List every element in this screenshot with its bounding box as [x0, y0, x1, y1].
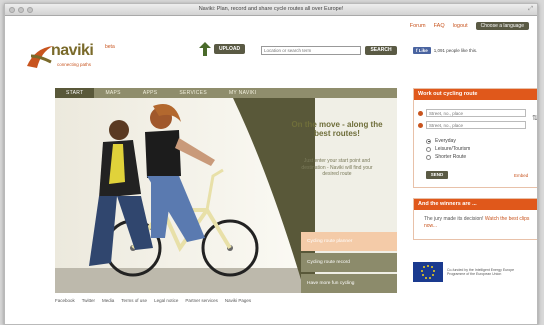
- facebook-like: f Like 1,091 people like this.: [413, 47, 477, 54]
- route-option-label: Leisure/Tourism: [435, 146, 471, 152]
- route-option-label: Everyday: [435, 138, 456, 144]
- facebook-like-button[interactable]: f Like: [413, 47, 431, 54]
- footer-links: Facebook Twitter Media Terms of use Lega…: [55, 298, 251, 303]
- winners-box-title: And the winners are ...: [414, 199, 537, 210]
- hero-title: On the move - along the best routes!: [291, 120, 383, 138]
- tab-route-record[interactable]: Cycling route record: [301, 253, 397, 272]
- forum-link[interactable]: Forum: [410, 23, 426, 29]
- naviki-logo[interactable]: naviki beta connecting paths: [25, 38, 135, 78]
- upload-button[interactable]: UPLOAD: [214, 44, 246, 54]
- footer-link[interactable]: Partner services: [185, 298, 218, 303]
- logo-beta: beta: [105, 44, 115, 50]
- footer-link[interactable]: Naviki Pages: [225, 298, 251, 303]
- footer-link[interactable]: Media: [102, 298, 114, 303]
- faq-link[interactable]: FAQ: [434, 23, 445, 29]
- facebook-icon: f: [416, 48, 418, 53]
- winners-message: The jury made its decision!: [424, 216, 484, 222]
- route-option-shorter[interactable]: Shorter Route: [426, 154, 466, 160]
- to-input[interactable]: [426, 121, 526, 129]
- radio-icon: [426, 154, 431, 160]
- eu-funding-text: Co-funded by the Intelligent Energy Euro…: [447, 267, 515, 277]
- search-input[interactable]: [261, 46, 361, 55]
- title-bar: Naviki: Plan, record and share cycle rou…: [5, 4, 537, 16]
- top-links: Forum FAQ logout Choose a language: [410, 22, 529, 30]
- nav-maps[interactable]: MAPS: [94, 88, 131, 98]
- swap-icon[interactable]: ⇅: [532, 114, 537, 122]
- radio-icon: [426, 138, 431, 144]
- nav-apps[interactable]: APPS: [132, 88, 169, 98]
- hero-photo-cyclists: [89, 98, 315, 293]
- winners-text: The jury made its decision! Watch the be…: [424, 216, 537, 229]
- main-nav: START MAPS APPS SERVICES MY NAVIKI: [55, 88, 397, 98]
- eu-funding: Co-funded by the Intelligent Energy Euro…: [413, 262, 527, 282]
- route-option-leisure[interactable]: Leisure/Tourism: [426, 146, 470, 152]
- upload-arrow-icon: [199, 42, 211, 56]
- resize-icon[interactable]: ⤢: [528, 6, 533, 13]
- like-count: 1,091 people like this.: [433, 48, 478, 53]
- footer-link[interactable]: Twitter: [82, 298, 95, 303]
- logout-link[interactable]: logout: [453, 23, 468, 29]
- browser-window: Naviki: Plan, record and share cycle rou…: [4, 3, 538, 325]
- embed-link[interactable]: Embed: [514, 173, 528, 178]
- footer-link[interactable]: Legal notice: [154, 298, 178, 303]
- start-marker-icon: [418, 111, 423, 116]
- send-button[interactable]: SEND: [426, 171, 448, 179]
- footer-link[interactable]: Terms of use: [121, 298, 147, 303]
- route-box-title: Work out cycling route: [414, 89, 537, 100]
- destination-marker-icon: [418, 123, 423, 128]
- from-input[interactable]: [426, 109, 526, 117]
- footer-link[interactable]: Facebook: [55, 298, 75, 303]
- route-option-label: Shorter Route: [435, 154, 467, 160]
- tab-route-planner[interactable]: Cycling route planner: [301, 232, 397, 251]
- logo-tagline: connecting paths: [57, 62, 92, 67]
- language-select[interactable]: Choose a language: [475, 22, 529, 30]
- route-planner-box: Work out cycling route ⇅ Everyday Leisur…: [413, 88, 537, 188]
- nav-start[interactable]: START: [55, 88, 95, 98]
- winners-box: And the winners are ... The jury made it…: [413, 198, 537, 240]
- search-button[interactable]: SEARCH: [365, 46, 397, 55]
- eu-flag-icon: [413, 262, 443, 282]
- upload-area[interactable]: UPLOAD: [199, 42, 246, 56]
- like-label: Like: [418, 48, 428, 53]
- route-option-everyday[interactable]: Everyday: [426, 138, 456, 144]
- logo-name: naviki: [51, 42, 94, 59]
- hero-banner: On the move - along the best routes! Jus…: [55, 98, 397, 293]
- hero-text: Just enter your start point and destinat…: [301, 158, 373, 177]
- nav-my-naviki[interactable]: MY NAVIKI: [218, 88, 268, 98]
- tab-fun-cycling[interactable]: Have more fun cycling: [301, 274, 397, 293]
- radio-icon: [426, 146, 431, 152]
- window-title: Naviki: Plan, record and share cycle rou…: [198, 6, 344, 12]
- nav-services[interactable]: SERVICES: [168, 88, 218, 98]
